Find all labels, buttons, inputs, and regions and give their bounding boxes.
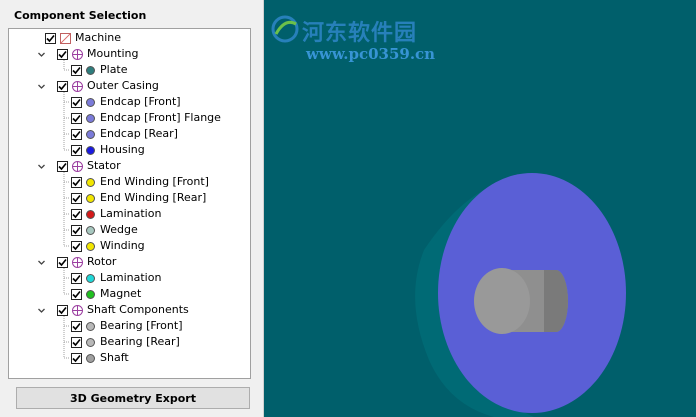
tree-node-label: Bearing [Rear]: [100, 335, 180, 348]
component-group-icon: [72, 48, 83, 60]
component-selection-title: Component Selection: [14, 9, 147, 22]
component-color-swatch: [86, 113, 95, 123]
tree-group-node[interactable]: Outer Casing: [57, 78, 159, 94]
component-tree[interactable]: Machine Mounting Plate Outer Casing Endcap […: [8, 28, 251, 379]
checkbox[interactable]: [71, 192, 82, 204]
tree-node-label: Endcap [Front]: [100, 95, 181, 108]
checkbox[interactable]: [71, 288, 82, 300]
tree-node-label: Bearing [Front]: [100, 319, 183, 332]
tree-item-node[interactable]: Lamination: [71, 270, 161, 286]
tree-item-node[interactable]: Endcap [Front] Flange: [71, 110, 221, 126]
tree-group-node[interactable]: Mounting: [57, 46, 139, 62]
checkbox[interactable]: [57, 304, 68, 316]
component-color-swatch: [86, 225, 95, 235]
component-color-swatch: [86, 337, 95, 347]
tree-node-label: Lamination: [100, 271, 162, 284]
tree-node-label: Plate: [100, 63, 128, 76]
chevron-down-icon[interactable]: [36, 254, 47, 270]
tree-node-label: Endcap [Rear]: [100, 127, 178, 140]
tree-node-label: Mounting: [87, 47, 139, 60]
component-color-swatch: [86, 353, 95, 363]
tree-item-node[interactable]: Wedge: [71, 222, 138, 238]
component-color-swatch: [86, 321, 95, 331]
checkbox[interactable]: [71, 224, 82, 236]
tree-item-node[interactable]: End Winding [Front]: [71, 174, 209, 190]
shaft-side-shade: [544, 270, 568, 332]
checkbox[interactable]: [71, 128, 82, 140]
chevron-down-icon[interactable]: [36, 78, 47, 94]
checkbox[interactable]: [71, 64, 82, 76]
component-color-swatch: [86, 193, 95, 203]
checkbox[interactable]: [71, 320, 82, 332]
component-color-swatch: [86, 145, 95, 155]
geometry-export-button[interactable]: 3D Geometry Export: [16, 387, 250, 409]
tree-node-label: End Winding [Front]: [100, 175, 209, 188]
tree-item-node[interactable]: Shaft: [71, 350, 129, 366]
checkbox[interactable]: [71, 336, 82, 348]
tree-node-label: Lamination: [100, 207, 162, 220]
checkbox[interactable]: [71, 144, 82, 156]
tree-group-node[interactable]: Stator: [57, 158, 121, 174]
tree-node-label: Magnet: [100, 287, 142, 300]
machine-icon: [60, 32, 71, 44]
checkbox[interactable]: [57, 256, 68, 268]
tree-node-label: Wedge: [100, 223, 138, 236]
component-group-icon: [72, 80, 83, 92]
left-panel: Component Selection Machine Mounting Plate…: [0, 0, 263, 417]
tree-node-label: Shaft Components: [87, 303, 189, 316]
component-color-swatch: [86, 241, 95, 251]
component-color-swatch: [86, 65, 95, 75]
component-color-swatch: [86, 177, 95, 187]
tree-node-label: Endcap [Front] Flange: [100, 111, 221, 124]
tree-item-node[interactable]: Bearing [Front]: [71, 318, 183, 334]
checkbox[interactable]: [71, 208, 82, 220]
checkbox[interactable]: [45, 32, 56, 44]
tree-item-node[interactable]: Lamination: [71, 206, 161, 222]
component-color-swatch: [86, 97, 95, 107]
chevron-down-icon[interactable]: [36, 158, 47, 174]
tree-group-node[interactable]: Rotor: [57, 254, 116, 270]
chevron-down-icon[interactable]: [36, 46, 47, 62]
tree-node-label: Housing: [100, 143, 145, 156]
checkbox[interactable]: [71, 176, 82, 188]
component-group-icon: [72, 256, 83, 268]
checkbox[interactable]: [71, 240, 82, 252]
tree-node-label: Outer Casing: [87, 79, 159, 92]
checkbox[interactable]: [57, 160, 68, 172]
shaft-end: [474, 268, 530, 334]
tree-node-label: End Winding [Rear]: [100, 191, 207, 204]
3d-model-render[interactable]: [264, 0, 696, 417]
component-color-swatch: [86, 273, 95, 283]
checkbox[interactable]: [71, 96, 82, 108]
component-color-swatch: [86, 129, 95, 139]
checkbox[interactable]: [71, 112, 82, 124]
tree-item-node[interactable]: Winding: [71, 238, 145, 254]
tree-node-label: Winding: [100, 239, 145, 252]
checkbox[interactable]: [57, 48, 68, 60]
tree-node-label: Machine: [75, 31, 122, 44]
tree-node-label: Shaft: [100, 351, 129, 364]
tree-item-node[interactable]: Magnet: [71, 286, 141, 302]
tree-node-label: Stator: [87, 159, 121, 172]
component-color-swatch: [86, 289, 95, 299]
tree-item-node[interactable]: Bearing [Rear]: [71, 334, 180, 350]
tree-item-node[interactable]: Endcap [Rear]: [71, 126, 178, 142]
tree-item-node[interactable]: End Winding [Rear]: [71, 190, 206, 206]
tree-group-node[interactable]: Shaft Components: [57, 302, 189, 318]
checkbox[interactable]: [57, 80, 68, 92]
tree-item-node[interactable]: Plate: [71, 62, 128, 78]
chevron-down-icon[interactable]: [36, 302, 47, 318]
tree-node-machine[interactable]: Machine: [45, 30, 121, 46]
tree-item-node[interactable]: Housing: [71, 142, 145, 158]
component-group-icon: [72, 160, 83, 172]
checkbox[interactable]: [71, 272, 82, 284]
3d-viewport[interactable]: 河东软件园 www.pc0359.cn: [264, 0, 696, 417]
checkbox[interactable]: [71, 352, 82, 364]
component-group-icon: [72, 304, 83, 316]
tree-node-label: Rotor: [87, 255, 117, 268]
tree-item-node[interactable]: Endcap [Front]: [71, 94, 181, 110]
component-color-swatch: [86, 209, 95, 219]
